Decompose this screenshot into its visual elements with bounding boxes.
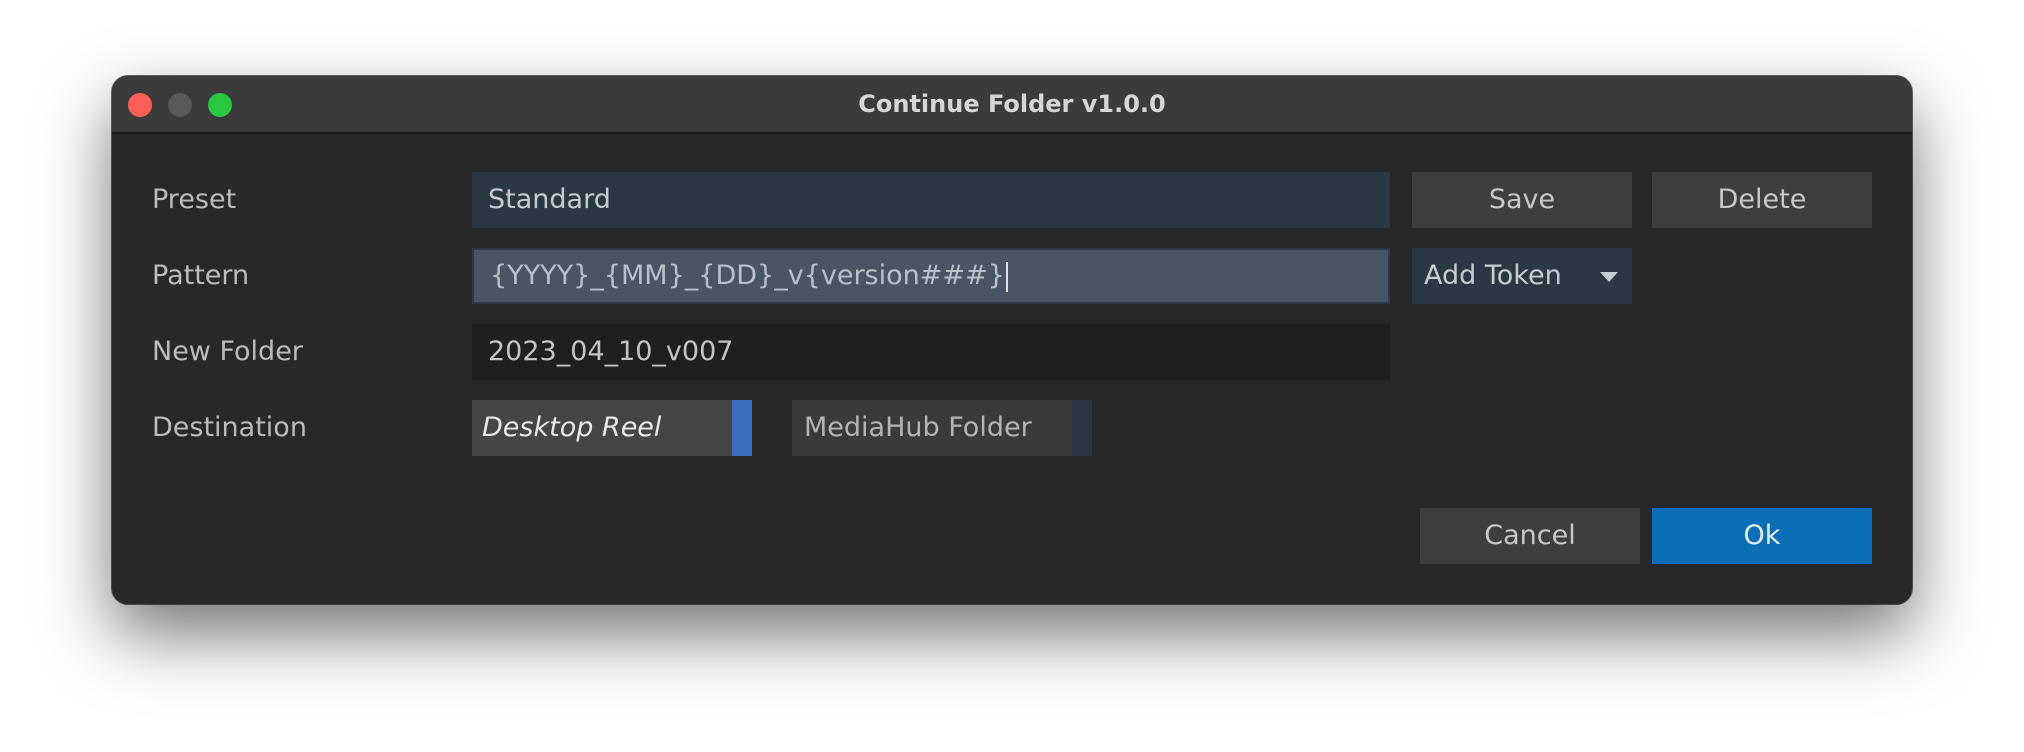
option-indicator (1072, 400, 1092, 456)
save-button[interactable]: Save (1412, 172, 1632, 228)
dialog-window: Continue Folder v1.0.0 Preset Standard S… (112, 76, 1912, 604)
add-token-label: Add Token (1424, 260, 1562, 291)
preset-field[interactable]: Standard (472, 172, 1390, 228)
pattern-label: Pattern (152, 260, 250, 291)
add-token-dropdown[interactable]: Add Token (1412, 248, 1632, 304)
pattern-input-text: {YYYY}_{MM}_{DD}_v{version###} (490, 260, 1005, 291)
pattern-input[interactable]: {YYYY}_{MM}_{DD}_v{version###} (472, 248, 1390, 304)
window-title: Continue Folder v1.0.0 (858, 90, 1166, 118)
delete-button[interactable]: Delete (1652, 172, 1872, 228)
ok-button[interactable]: Ok (1652, 508, 1872, 564)
chevron-down-icon (1600, 272, 1618, 282)
selection-indicator (732, 400, 752, 456)
new-folder-value: 2023_04_10_v007 (472, 324, 1390, 380)
preset-label: Preset (152, 184, 237, 215)
destination-option-desktop-reel[interactable]: Desktop Reel (472, 400, 752, 456)
destination-option-label: MediaHub Folder (804, 412, 1032, 443)
text-cursor (1005, 261, 1008, 292)
cancel-button[interactable]: Cancel (1420, 508, 1640, 564)
new-folder-label: New Folder (152, 336, 303, 367)
destination-label: Destination (152, 412, 307, 443)
destination-option-label: Desktop Reel (482, 412, 662, 443)
title-bar: Continue Folder v1.0.0 (112, 76, 1912, 134)
destination-option-mediahub-folder[interactable]: MediaHub Folder (792, 400, 1092, 456)
